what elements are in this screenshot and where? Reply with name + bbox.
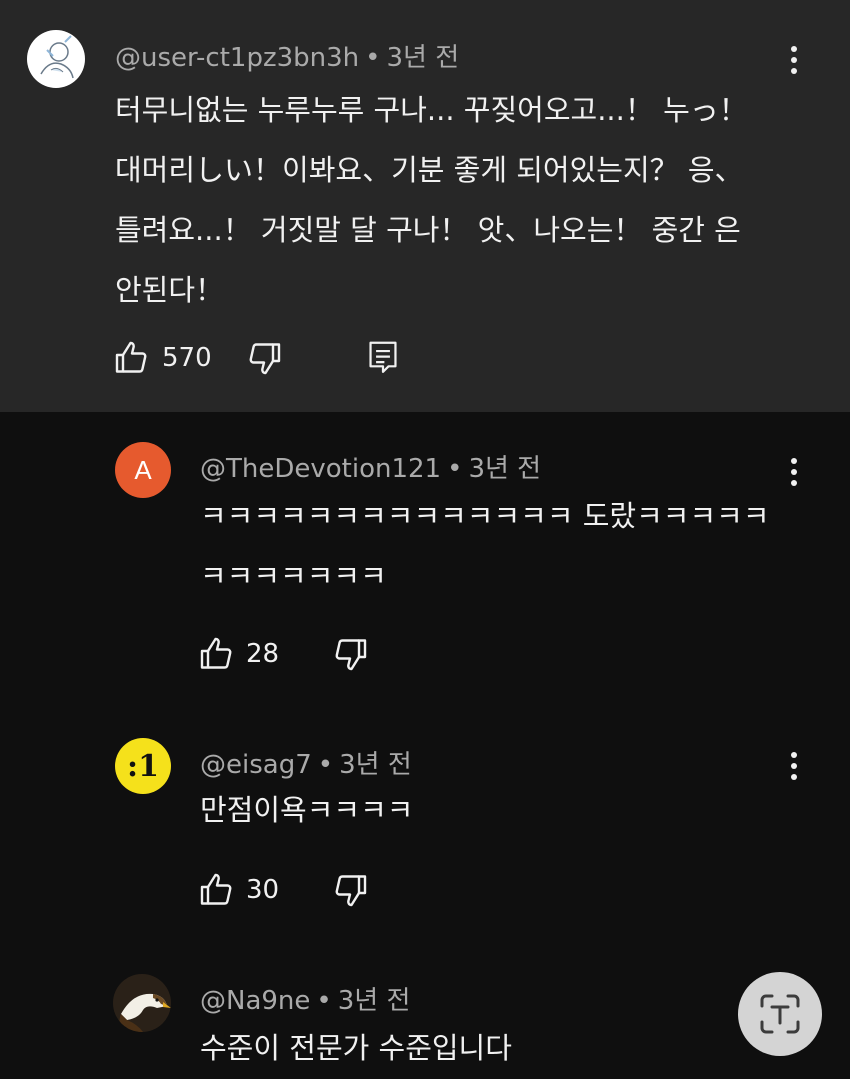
comment-text: 터무니없는 누루누루 구나... 꾸짖어오고...！ 누っ！ 대머리しい！이봐요…: [115, 80, 815, 320]
avatar-letter: A: [134, 454, 152, 485]
google-lens-icon: [760, 994, 800, 1034]
google-lens-button[interactable]: [738, 972, 822, 1056]
comment-line: 만점이욕ㅋㅋㅋㅋ: [200, 793, 414, 827]
username[interactable]: @user-ct1pz3bn3h: [115, 43, 359, 73]
username[interactable]: @Na9ne: [200, 986, 310, 1016]
comment-meta: @user-ct1pz3bn3h • 3년 전: [115, 43, 460, 73]
avatar[interactable]: [27, 30, 85, 88]
thumbs-down-icon[interactable]: [332, 636, 368, 672]
thumbs-down-icon[interactable]: [332, 872, 368, 908]
like-count: 570: [162, 343, 212, 373]
comment-text: 수준이 전문가 수준입니다: [200, 1018, 720, 1078]
username[interactable]: @eisag7: [200, 750, 312, 780]
comment-meta: @TheDevotion121 • 3년 전: [200, 454, 542, 484]
comment-line: 틀려요...！ 거짓말 달 구나！ 앗、나오는！ 중간 은: [115, 213, 741, 247]
comment-line: 수준이 전문가 수준입니다: [200, 1031, 512, 1065]
comment-line: 안된다！: [115, 273, 225, 307]
reply-icon[interactable]: [366, 340, 400, 376]
comment-line: ㅋㅋㅋㅋㅋㅋㅋ: [200, 559, 387, 593]
thumbs-down-icon[interactable]: [246, 340, 282, 376]
more-options-button[interactable]: [790, 46, 798, 82]
comment-line: 터무니없는 누루누루 구나... 꾸짖어오고...！ 누っ！: [115, 93, 748, 127]
timestamp: 3년 전: [468, 454, 542, 484]
thumbs-up-icon[interactable]: [199, 872, 235, 908]
comment-text: 만점이욕ㅋㅋㅋㅋ: [200, 780, 820, 840]
comment-meta: @eisag7 • 3년 전: [200, 750, 412, 780]
avatar[interactable]: :1: [115, 738, 171, 794]
like-count: 28: [246, 639, 280, 669]
comment-line: 대머리しい！이봐요、기분 좋게 되어있는지？ 응、: [115, 153, 744, 187]
thumbs-up-icon[interactable]: [114, 340, 150, 376]
sketch-avatar-icon: [40, 35, 74, 79]
username[interactable]: @TheDevotion121: [200, 454, 441, 484]
like-count: 30: [246, 875, 280, 905]
comment-meta: @Na9ne • 3년 전: [200, 986, 411, 1016]
avatar[interactable]: A: [115, 442, 171, 498]
timestamp: 3년 전: [337, 986, 411, 1016]
avatar-text: :1: [127, 748, 159, 784]
timestamp: 3년 전: [339, 750, 412, 780]
eagle-avatar-icon: [113, 974, 171, 1032]
timestamp: 3년 전: [386, 43, 460, 73]
comment-line: ㅋㅋㅋㅋㅋㅋㅋㅋㅋㅋㅋㅋㅋㅋ 도랐ㅋㅋㅋㅋㅋ: [200, 499, 770, 533]
comment-text: ㅋㅋㅋㅋㅋㅋㅋㅋㅋㅋㅋㅋㅋㅋ 도랐ㅋㅋㅋㅋㅋ ㅋㅋㅋㅋㅋㅋㅋ: [200, 486, 820, 606]
thumbs-up-icon[interactable]: [199, 636, 235, 672]
highlighted-comment: @user-ct1pz3bn3h • 3년 전 터무니없는 누루누루 구나... 꾸…: [0, 0, 850, 412]
avatar[interactable]: [113, 974, 171, 1032]
